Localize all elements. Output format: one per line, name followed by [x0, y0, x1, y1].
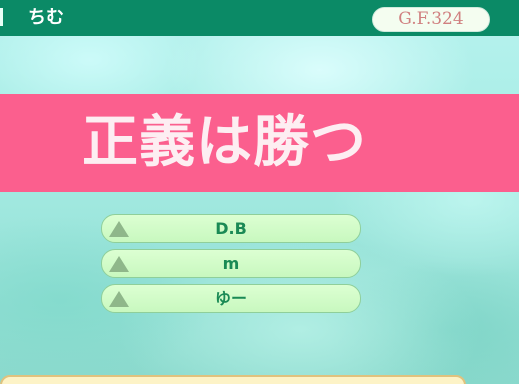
banner-title: 正義は勝つ — [82, 110, 367, 175]
member-row[interactable]: D.B — [101, 214, 361, 243]
member-name: ゆー — [214, 289, 247, 308]
gf-badge: G.F.324 — [372, 7, 490, 32]
bottom-panel — [0, 375, 466, 384]
member-name: m — [222, 254, 240, 273]
member-row[interactable]: ゆー — [101, 284, 361, 313]
member-row[interactable]: m — [101, 249, 361, 278]
top-bar: ちむ G.F.324 — [0, 0, 519, 36]
member-name: D.B — [215, 219, 247, 238]
background — [0, 0, 519, 384]
player-name: ちむ — [28, 7, 64, 28]
title-banner: 正義は勝つ — [0, 94, 519, 192]
member-list: D.B m ゆー — [101, 214, 361, 319]
top-bar-edge-marker — [0, 8, 3, 26]
